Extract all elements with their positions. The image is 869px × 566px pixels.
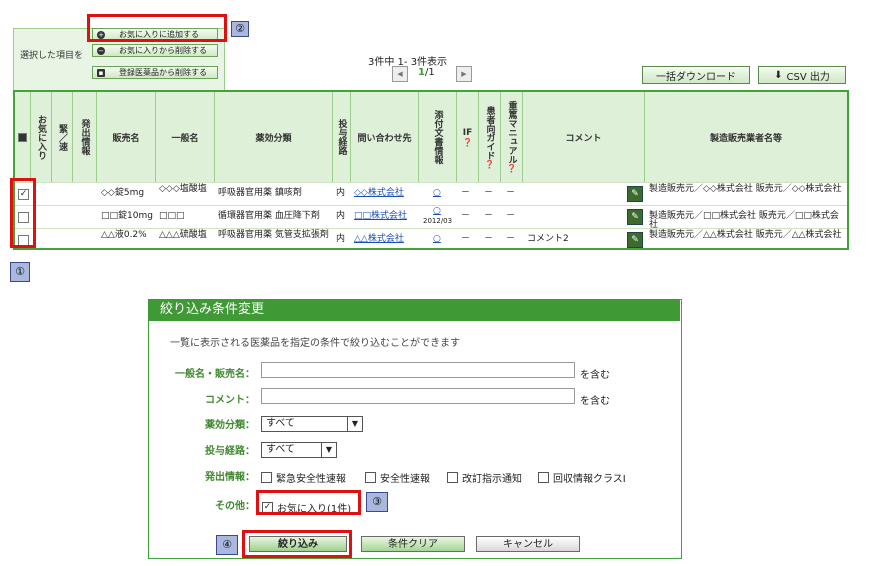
issue-label: 発出情報： xyxy=(205,472,255,483)
current-page: 1 xyxy=(418,67,425,78)
filter-panel-title: 絞り込み条件変更 xyxy=(148,299,680,321)
if-value: － xyxy=(461,211,471,221)
route: 内 xyxy=(336,234,346,244)
header-route: 投与経路 xyxy=(333,92,351,182)
issue-option[interactable]: 回収情報クラスⅠ xyxy=(538,470,626,485)
header-issue: 発出情報 xyxy=(73,92,97,182)
if-value: － xyxy=(461,188,471,198)
comment-label: コメント： xyxy=(205,395,255,406)
if-value: － xyxy=(461,234,471,244)
header-manual: 重篤マニュアル ❓ xyxy=(501,92,523,182)
help-icon[interactable]: ❓ xyxy=(507,164,517,173)
header-brand: 販売名 xyxy=(97,92,156,182)
page-indicator: 1/1 xyxy=(418,67,435,78)
attach-date: 2012/03 xyxy=(423,217,453,225)
table-row: ✓ ◇◇錠5mg ◇◇◇塩酸塩 呼吸器官用薬 鎮咳剤 内 ◇◇株式会社 ○ － … xyxy=(15,182,847,204)
header-contact: 問い合わせ先 xyxy=(351,92,419,182)
chevron-down-icon: ▼ xyxy=(347,417,362,431)
brand-name: △△液0.2% xyxy=(101,230,147,240)
next-page-button[interactable]: ▶ xyxy=(456,66,472,82)
prev-page-button[interactable]: ◀ xyxy=(392,66,408,82)
filter-description: 一覧に表示される医薬品を指定の条件で絞り込むことができます xyxy=(170,338,460,349)
clear-filter-button[interactable]: 条件クリア xyxy=(361,536,465,552)
issue-option[interactable]: 改訂指示通知 xyxy=(447,470,522,485)
highlight-box-3 xyxy=(256,490,361,515)
attach-link[interactable]: ○ xyxy=(433,189,441,198)
remove-registered-button[interactable]: ▪ 登録医薬品から削除する xyxy=(92,66,218,79)
edit-comment-icon[interactable]: ✎ xyxy=(627,209,643,225)
table-row: □□錠10mg □□□ 循環器官用薬 血圧降下剤 内 □□株式会社 ○ 2012… xyxy=(15,205,847,230)
other-label: その他： xyxy=(215,501,255,512)
brand-name: □□錠10mg xyxy=(101,211,153,221)
comment-suffix: を含む xyxy=(580,396,610,407)
attach-link[interactable]: ○ xyxy=(433,207,441,216)
name-suffix: を含む xyxy=(580,370,610,381)
header-category: 薬効分類 xyxy=(215,92,333,182)
header-favorite: お気に入り xyxy=(31,92,52,182)
manual-value: － xyxy=(506,234,516,244)
contact-link[interactable]: □□株式会社 xyxy=(354,212,407,221)
patient-guide-value: － xyxy=(484,188,494,198)
category: 呼吸器官用薬 鎮咳剤 xyxy=(218,188,302,198)
route: 内 xyxy=(336,188,346,198)
brand-name: ◇◇錠5mg xyxy=(101,188,145,198)
header-generic: 一般名 xyxy=(156,92,215,182)
select-all-checkbox[interactable] xyxy=(18,132,27,142)
category: 呼吸器官用薬 気管支拡張剤 xyxy=(218,230,329,240)
category-label: 薬効分類： xyxy=(205,420,255,431)
maker-value: 製造販売元／△△株式会社 販売元／△△株式会社 xyxy=(649,230,842,240)
highlight-box-1 xyxy=(10,178,36,248)
name-input[interactable] xyxy=(261,362,575,378)
issue-option[interactable]: 安全性速報 xyxy=(365,470,430,485)
highlight-box-2 xyxy=(87,14,227,42)
highlight-box-4 xyxy=(242,530,352,558)
bulk-download-button[interactable]: 一括ダウンロード xyxy=(642,66,750,84)
patient-guide-value: － xyxy=(484,234,494,244)
manual-value: － xyxy=(506,188,516,198)
total-pages: /1 xyxy=(424,67,435,78)
annotation-badge-4: ④ xyxy=(216,535,238,555)
cancel-button[interactable]: キャンセル xyxy=(476,536,580,552)
header-comment: コメント xyxy=(523,92,645,182)
comment-input[interactable] xyxy=(261,388,575,404)
download-icon: ⬇ xyxy=(774,69,783,81)
header-attach: 添付文書情報 xyxy=(419,92,457,182)
select-all-header xyxy=(15,92,31,182)
chevron-down-icon: ▼ xyxy=(321,443,336,457)
table-row: △△液0.2% △△△硫酸塩 呼吸器官用薬 気管支拡張剤 内 △△株式会社 ○ … xyxy=(15,228,847,250)
generic-name: ◇◇◇塩酸塩 xyxy=(159,184,207,194)
trash-icon: ▪ xyxy=(97,68,105,77)
edit-comment-icon[interactable]: ✎ xyxy=(627,232,643,248)
issue-option[interactable]: 緊急安全性速報 xyxy=(261,470,346,485)
csv-export-button[interactable]: ⬇ CSV 出力 xyxy=(758,66,846,84)
route-label: 投与経路： xyxy=(205,446,255,457)
remove-favorite-button[interactable]: − お気に入りから削除する xyxy=(92,44,218,57)
edit-comment-icon[interactable]: ✎ xyxy=(627,186,643,202)
generic-name: △△△硫酸塩 xyxy=(159,230,207,240)
annotation-badge-1: ① xyxy=(10,262,30,282)
header-patient-guide: 患者向ガイド ❓ xyxy=(479,92,501,182)
generic-name: □□□ xyxy=(159,211,185,221)
annotation-badge-2: ② xyxy=(231,21,249,37)
comment-value: コメント2 xyxy=(527,234,569,244)
route-select[interactable]: すべて ▼ xyxy=(261,442,337,458)
name-label: 一般名・販売名： xyxy=(175,369,255,380)
contact-link[interactable]: ◇◇株式会社 xyxy=(354,189,404,198)
route: 内 xyxy=(336,211,346,221)
category-select[interactable]: すべて ▼ xyxy=(261,416,363,432)
maker-value: 製造販売元／◇◇株式会社 販売元／◇◇株式会社 xyxy=(649,184,842,194)
help-icon[interactable]: ❓ xyxy=(463,138,473,147)
annotation-badge-3: ③ xyxy=(366,492,388,512)
manual-value: － xyxy=(506,211,516,221)
header-urgent: 緊／速 xyxy=(52,92,73,182)
minus-icon: − xyxy=(97,46,105,55)
popup-label: 選択した項目を xyxy=(20,51,84,61)
help-icon[interactable]: ❓ xyxy=(485,160,495,169)
category: 循環器官用薬 血圧降下剤 xyxy=(218,211,320,221)
patient-guide-value: － xyxy=(484,211,494,221)
header-maker: 製造販売業者名等 xyxy=(645,92,847,182)
attach-link[interactable]: ○ xyxy=(433,235,441,244)
contact-link[interactable]: △△株式会社 xyxy=(354,235,404,244)
header-if: IF ❓ xyxy=(457,92,479,182)
